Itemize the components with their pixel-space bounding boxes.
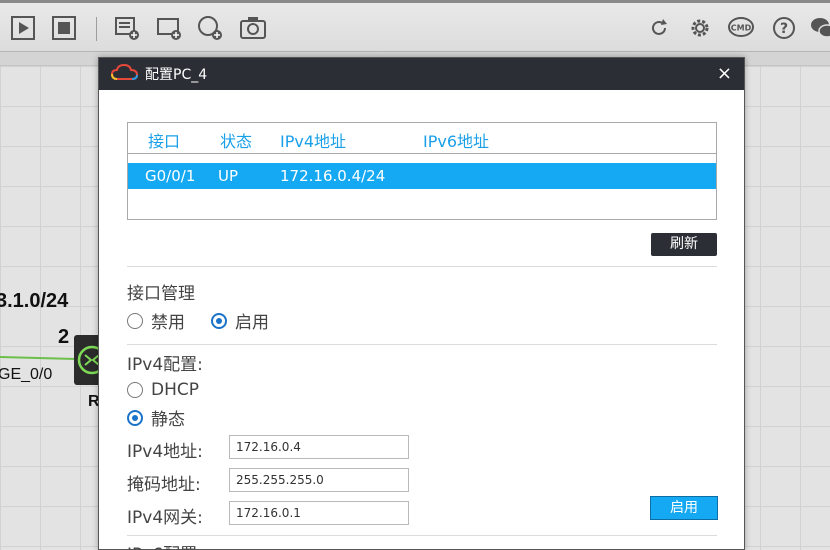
subnet-mask-label: 掩码地址: — [127, 475, 201, 495]
svg-text:?: ? — [780, 21, 788, 37]
camera-icon[interactable] — [240, 15, 266, 41]
ipv4-address-label: IPv4地址: — [127, 442, 203, 462]
refresh-icon[interactable] — [646, 15, 672, 41]
toolbar-separator — [96, 17, 97, 41]
refresh-button[interactable]: 刷新 — [651, 233, 717, 256]
close-icon[interactable]: × — [717, 64, 732, 84]
ipv4-address-field[interactable]: 172.16.0.4 — [229, 435, 409, 459]
radio-dhcp-indicator — [127, 382, 143, 398]
ipv4-config-title: IPv4配置: — [127, 355, 203, 375]
radio-enable[interactable]: 启用 — [211, 308, 269, 333]
cmd-icon[interactable]: CMD — [728, 15, 754, 41]
cmd-icon-label: CMD — [731, 24, 752, 33]
stop-icon[interactable] — [51, 15, 77, 41]
apply-button[interactable]: 启用 — [650, 496, 718, 520]
radio-enable-indicator — [211, 312, 227, 329]
radio-dhcp-label: DHCP — [151, 380, 199, 400]
radio-disable[interactable]: 禁用 — [127, 308, 185, 333]
main-toolbar: CMD ? — [0, 0, 830, 52]
cell-ipv4: 172.16.0.4/24 — [280, 167, 386, 185]
add-frame-icon[interactable] — [156, 15, 182, 41]
add-list-icon[interactable] — [114, 15, 140, 41]
radio-static[interactable]: 静态 — [127, 405, 185, 430]
radio-dhcp[interactable]: DHCP — [127, 380, 199, 400]
radio-static-label: 静态 — [151, 410, 185, 430]
divider — [127, 266, 717, 267]
help-icon[interactable]: ? — [771, 15, 797, 41]
radio-disable-label: 禁用 — [151, 313, 185, 333]
interface-label: GE_0/0 — [0, 366, 53, 383]
column-header-ipv4: IPv4地址 — [280, 132, 347, 151]
subnet-mask-field[interactable]: 255.255.255.0 — [229, 468, 409, 492]
dialog-title: 配置PC_4 — [145, 67, 208, 83]
config-dialog: 配置PC_4 × 接口 状态 IPv4地址 IPv6地址 G0/0/1 UP 1… — [98, 57, 745, 550]
column-header-interface: 接口 — [148, 132, 181, 151]
ipv6-config-title: IPv6配置 — [127, 540, 197, 550]
ipv4-gateway-field[interactable]: 172.16.0.1 — [229, 501, 409, 525]
chat-icon[interactable] — [810, 15, 830, 41]
interface-table-header: 接口 状态 IPv4地址 IPv6地址 — [128, 123, 716, 154]
play-icon[interactable] — [10, 15, 36, 41]
gear-icon[interactable] — [687, 15, 713, 41]
divider — [127, 535, 717, 536]
radio-static-indicator — [127, 409, 143, 426]
interface-management-title: 接口管理 — [127, 284, 195, 304]
ipv4-gateway-label: IPv4网关: — [127, 508, 203, 528]
cell-interface: G0/0/1 — [145, 167, 196, 185]
radio-disable-indicator — [127, 312, 143, 329]
divider — [127, 344, 717, 345]
add-shape-icon[interactable] — [197, 15, 223, 41]
dialog-title-bar[interactable]: 配置PC_4 — [99, 58, 744, 90]
cell-status: UP — [218, 167, 239, 185]
column-header-ipv6: IPv6地址 — [423, 132, 490, 151]
interface-table: 接口 状态 IPv4地址 IPv6地址 G0/0/1 UP 172.16.0.4… — [127, 122, 717, 220]
radio-enable-label: 启用 — [235, 313, 269, 333]
column-header-status: 状态 — [220, 132, 253, 151]
port-number-label: 2 — [58, 326, 70, 348]
table-row[interactable]: G0/0/1 UP 172.16.0.4/24 — [128, 163, 716, 189]
network-label: 3.1.0/24 — [0, 290, 69, 312]
cloud-logo-icon — [110, 63, 139, 85]
